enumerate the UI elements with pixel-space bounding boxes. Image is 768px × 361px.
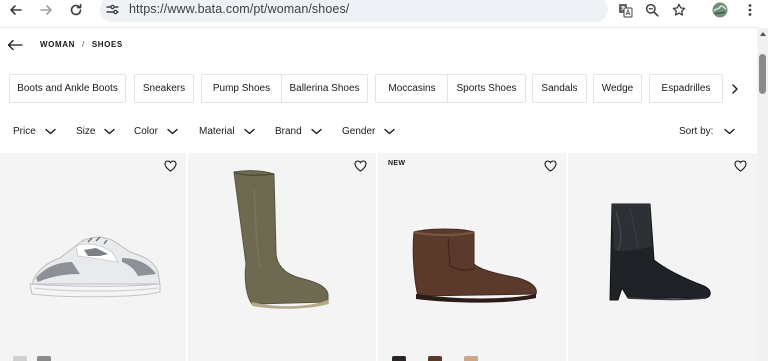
product-image-sneaker[interactable] bbox=[26, 222, 164, 306]
breadcrumb-separator: / bbox=[82, 40, 85, 49]
profile-button[interactable] bbox=[711, 1, 729, 19]
zoom-button[interactable] bbox=[643, 1, 661, 19]
category-chip-wedge[interactable]: Wedge bbox=[593, 74, 642, 103]
filter-material-label: Material bbox=[199, 126, 235, 137]
page-scrollbar[interactable] bbox=[757, 28, 768, 361]
filter-gender-label: Gender bbox=[342, 126, 376, 137]
chevron-down-icon bbox=[384, 128, 396, 135]
chevron-down-icon bbox=[45, 128, 56, 135]
browser-menu-button[interactable] bbox=[741, 1, 759, 19]
avatar bbox=[712, 2, 728, 18]
star-icon bbox=[672, 3, 686, 16]
filter-size-label: Size bbox=[76, 126, 96, 137]
reload-icon bbox=[70, 3, 82, 16]
address-bar[interactable]: https://www.bata.com/pt/woman/shoes/ bbox=[100, 0, 608, 22]
back-nav-button[interactable] bbox=[7, 1, 25, 19]
filter-color[interactable]: Color bbox=[134, 126, 178, 137]
breadcrumb-shoes[interactable]: SHOES bbox=[92, 40, 123, 49]
filter-material[interactable]: Material bbox=[199, 126, 255, 137]
category-chip-boots[interactable]: Boots and Ankle Boots bbox=[9, 74, 126, 103]
breadcrumb: WOMAN / SHOES bbox=[40, 40, 123, 49]
tune-icon[interactable] bbox=[106, 3, 119, 16]
product-image-wedge-boot[interactable] bbox=[608, 202, 716, 302]
scroll-up-icon[interactable] bbox=[760, 32, 766, 36]
heart-icon[interactable] bbox=[164, 160, 177, 172]
sort-dropdown[interactable]: Sort by: bbox=[679, 126, 736, 137]
category-chip-sandals[interactable]: Sandals bbox=[532, 74, 587, 103]
breadcrumb-woman[interactable]: WOMAN bbox=[40, 40, 75, 49]
arrow-right-icon bbox=[40, 5, 52, 15]
zoom-icon bbox=[645, 3, 659, 17]
filter-brand[interactable]: Brand bbox=[275, 126, 322, 137]
color-swatch[interactable] bbox=[464, 356, 478, 361]
chevron-down-icon bbox=[104, 128, 116, 135]
color-swatches bbox=[13, 356, 51, 361]
bookmark-button[interactable] bbox=[670, 1, 688, 19]
arrow-left-icon bbox=[10, 5, 22, 15]
new-badge: NEW bbox=[388, 160, 406, 167]
filter-color-label: Color bbox=[134, 126, 158, 137]
chevron-down-icon bbox=[310, 128, 322, 135]
heart-icon[interactable] bbox=[734, 160, 747, 172]
chevron-down-icon bbox=[243, 128, 255, 135]
filter-size[interactable]: Size bbox=[76, 126, 116, 137]
forward-nav-button[interactable] bbox=[37, 1, 55, 19]
chevron-down-icon bbox=[167, 128, 178, 135]
product-image-boot[interactable] bbox=[226, 168, 334, 310]
color-swatch[interactable] bbox=[392, 356, 406, 361]
category-chip-moccasins[interactable]: Moccasins bbox=[375, 74, 449, 103]
reload-button[interactable] bbox=[67, 1, 85, 19]
product-image-ankle-boot[interactable] bbox=[408, 224, 540, 304]
url-text[interactable]: https://www.bata.com/pt/woman/shoes/ bbox=[129, 2, 349, 16]
toolbar-divider bbox=[0, 27, 758, 28]
filter-brand-label: Brand bbox=[275, 126, 302, 137]
browser-toolbar: https://www.bata.com/pt/woman/shoes/ bbox=[0, 0, 768, 24]
chevron-down-icon bbox=[724, 128, 736, 135]
category-chip-espadrilles[interactable]: Espadrilles bbox=[649, 74, 723, 103]
color-swatch[interactable] bbox=[13, 356, 27, 361]
chevron-right-icon bbox=[732, 84, 738, 94]
sort-label: Sort by: bbox=[679, 126, 714, 137]
filter-price[interactable]: Price bbox=[13, 126, 56, 137]
category-chip-pump-shoes[interactable]: Pump Shoes bbox=[201, 74, 282, 103]
category-chip-sports-shoes[interactable]: Sports Shoes bbox=[447, 74, 526, 103]
color-swatch[interactable] bbox=[428, 356, 442, 361]
heart-icon[interactable] bbox=[354, 160, 367, 172]
color-swatches bbox=[392, 356, 478, 361]
category-chip-ballerina[interactable]: Ballerina Shoes bbox=[281, 74, 368, 103]
color-swatch[interactable] bbox=[37, 356, 51, 361]
kebab-menu-icon bbox=[748, 4, 752, 16]
heart-icon[interactable] bbox=[544, 160, 557, 172]
back-arrow-icon[interactable] bbox=[7, 39, 23, 51]
filter-gender[interactable]: Gender bbox=[342, 126, 396, 137]
chips-next-button[interactable] bbox=[728, 82, 742, 96]
category-chip-sneakers[interactable]: Sneakers bbox=[134, 74, 194, 103]
filter-price-label: Price bbox=[13, 126, 36, 137]
scroll-thumb[interactable] bbox=[759, 54, 766, 94]
translate-icon bbox=[618, 3, 633, 18]
translate-button[interactable] bbox=[616, 1, 634, 19]
